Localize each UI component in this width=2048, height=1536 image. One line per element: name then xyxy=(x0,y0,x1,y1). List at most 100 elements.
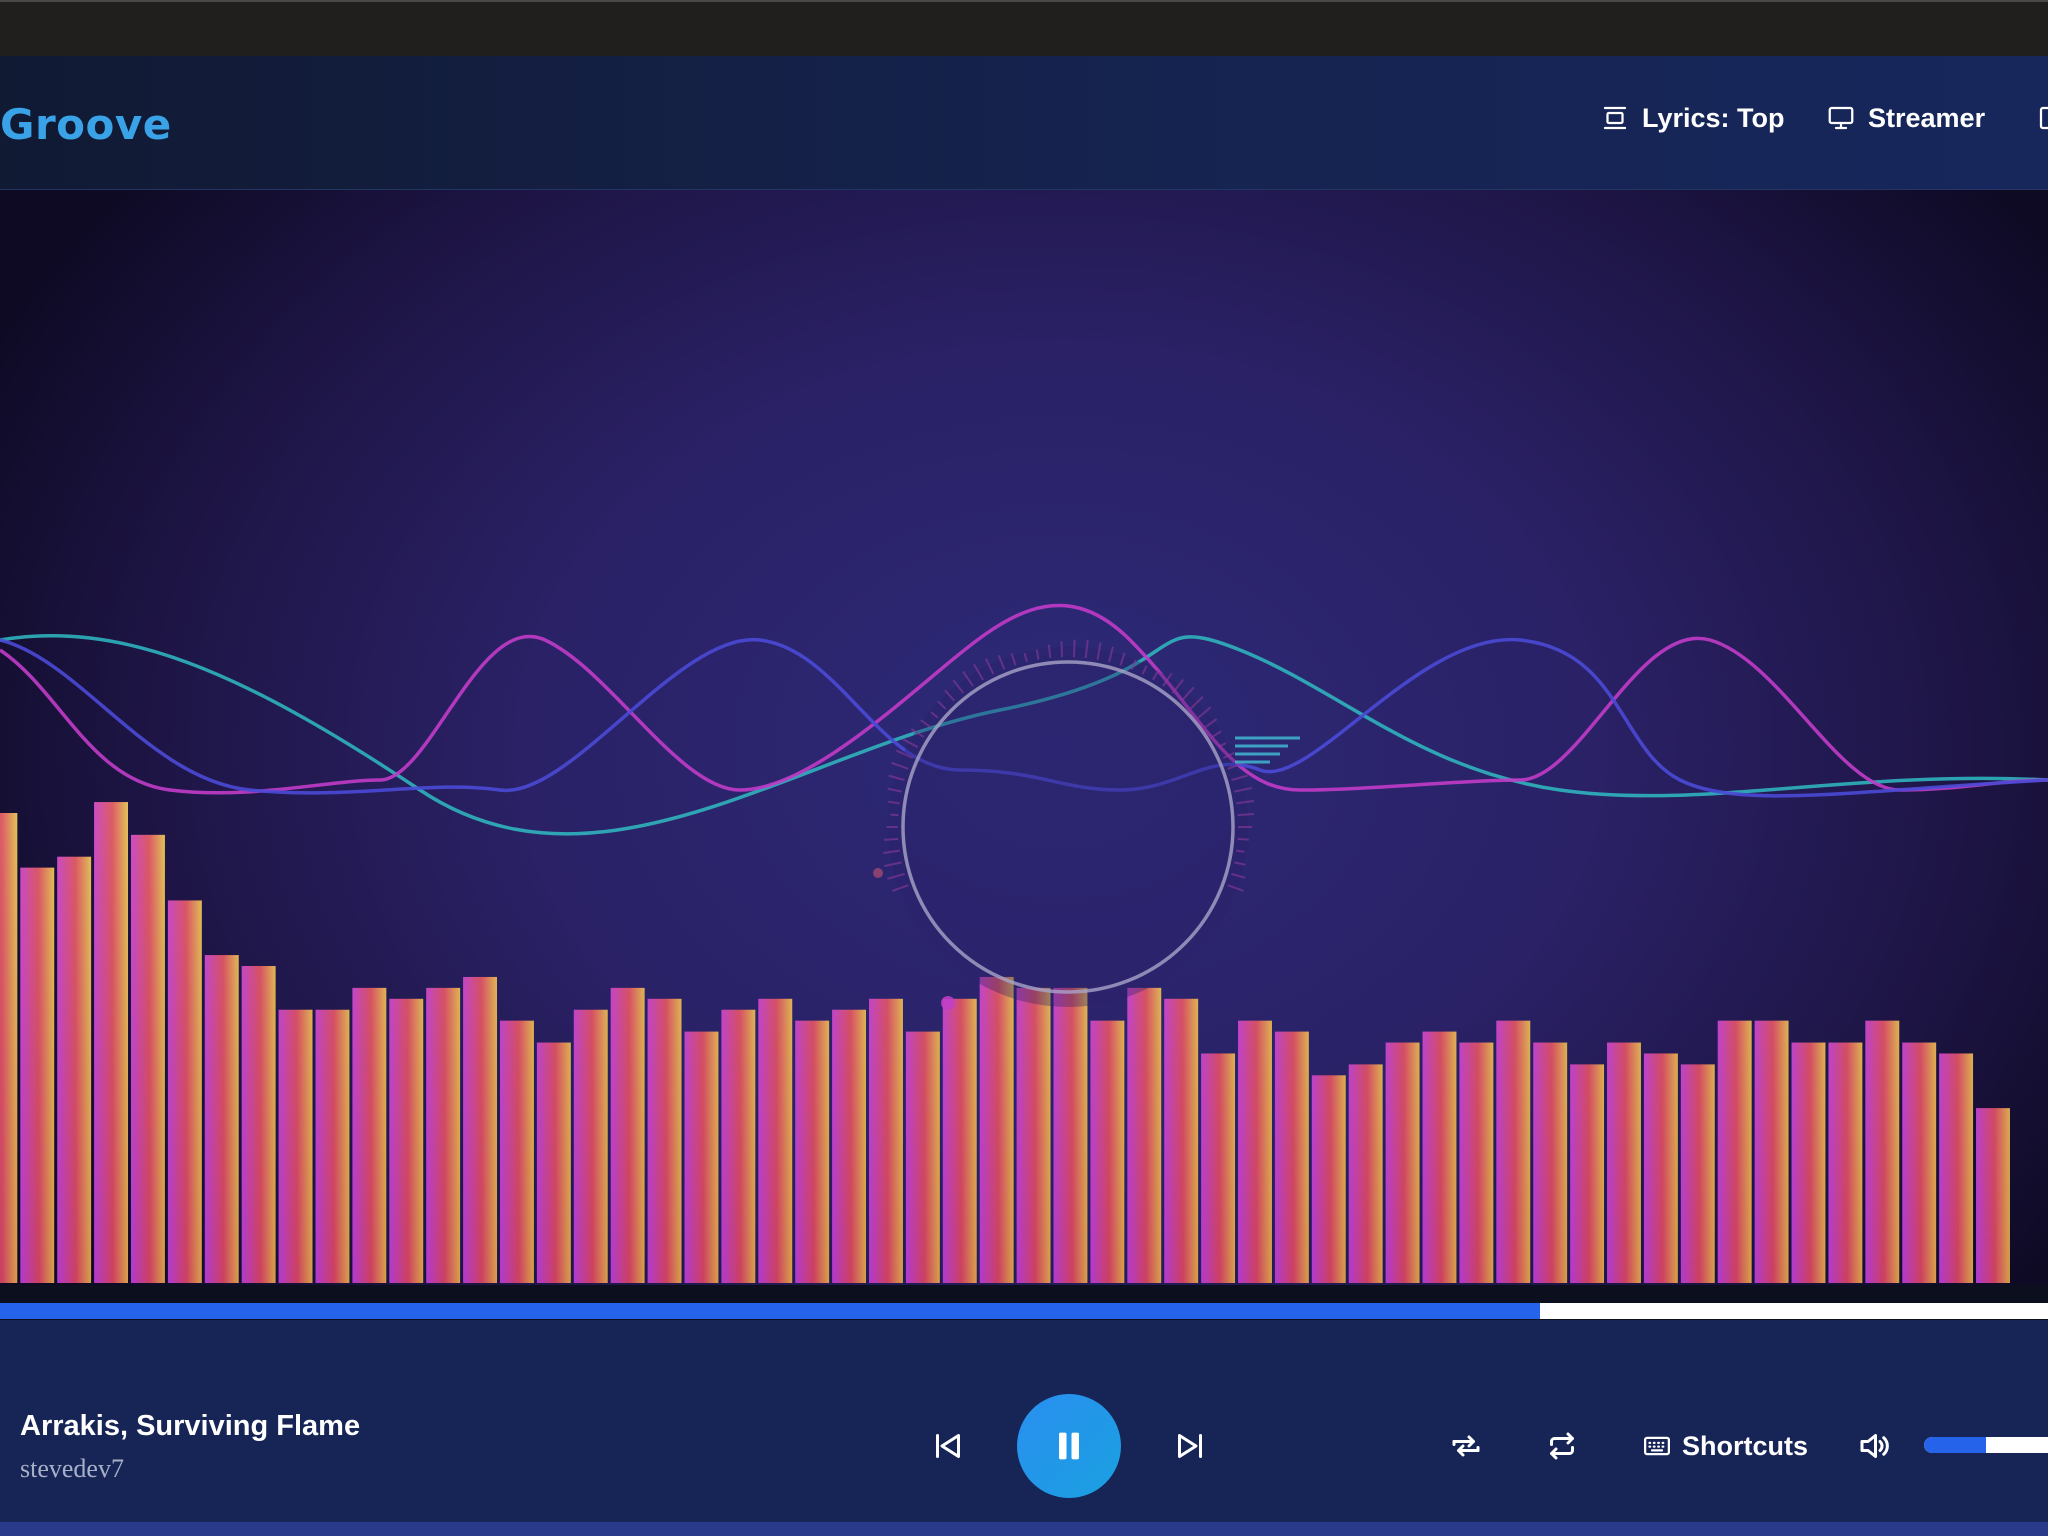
spectrum-bar xyxy=(795,1020,830,1283)
spectrum-bar xyxy=(352,987,387,1283)
ring-tick xyxy=(1060,641,1064,658)
spectrum-bar xyxy=(1090,1020,1125,1283)
shuffle-button[interactable] xyxy=(1446,1426,1486,1466)
window-mode-button[interactable] xyxy=(2036,98,2048,138)
particle-dot xyxy=(941,996,955,1010)
spectrum-bar xyxy=(1422,1031,1457,1283)
spectrum-bar xyxy=(463,976,498,1283)
ring-tick xyxy=(1047,644,1052,659)
spectrum-bar xyxy=(500,1020,534,1283)
ring-rays xyxy=(1235,736,1300,764)
lyrics-position-icon xyxy=(1603,106,1627,130)
spectrum-bar xyxy=(1754,1020,1789,1283)
spectrum-bar xyxy=(1238,1020,1272,1283)
spectrum-bar xyxy=(1348,1064,1383,1283)
track-title: Arrakis, Surviving Flame xyxy=(20,1410,361,1442)
app-window: Groove Lyrics: Top Streamer Arrakis, Sur… xyxy=(0,0,2048,1536)
monitor-icon xyxy=(1828,106,1854,130)
volume-slider[interactable] xyxy=(1924,1437,2048,1453)
shortcuts-label: Shortcuts xyxy=(1682,1430,1809,1461)
spectrum-bar xyxy=(832,1009,867,1283)
spectrum-bar xyxy=(1902,1042,1937,1283)
app-header: Groove Lyrics: Top Streamer xyxy=(0,56,2048,190)
shuffle-icon xyxy=(1452,1435,1480,1457)
ring-tick xyxy=(890,813,899,817)
spectrum-bar xyxy=(1533,1042,1568,1283)
skip-next-icon xyxy=(1178,1434,1202,1458)
play-pause-button[interactable] xyxy=(1017,1394,1121,1498)
spectrum-bar xyxy=(536,1042,571,1283)
spectrum-bar xyxy=(1127,987,1162,1283)
pause-icon xyxy=(1059,1432,1079,1460)
spectrum-bar xyxy=(573,1009,608,1283)
skip-previous-icon xyxy=(936,1434,960,1458)
repeat-button[interactable] xyxy=(1542,1426,1582,1466)
spectrum-bar xyxy=(130,834,165,1283)
spectrum-bar xyxy=(278,1009,313,1283)
spectrum-bar xyxy=(426,987,461,1283)
spectrum-bar xyxy=(1680,1064,1715,1283)
spectrum-bar xyxy=(20,867,55,1283)
streamer-label: Streamer xyxy=(1868,102,1986,133)
spectrum-bar xyxy=(204,955,239,1283)
ring-tick xyxy=(1236,849,1245,853)
next-track-button[interactable] xyxy=(1170,1426,1210,1466)
spectrum-bar xyxy=(1717,1020,1752,1283)
spectrum-bar xyxy=(1791,1042,1826,1283)
spectrum-bar xyxy=(721,1009,756,1283)
spectrum-bar xyxy=(684,1031,719,1283)
visualizer-canvas xyxy=(0,603,2048,1283)
center-ring xyxy=(883,639,1300,1007)
spectrum-bar xyxy=(942,998,977,1283)
spectrum-bar xyxy=(1976,1108,2010,1283)
spectrum-bar xyxy=(869,998,903,1283)
spectrum-bar xyxy=(1570,1064,1605,1283)
window-icon xyxy=(2039,106,2048,130)
repeat-icon xyxy=(1550,1432,1574,1460)
spectrum-bar xyxy=(0,813,18,1283)
window-title-bar xyxy=(0,0,2048,56)
volume-button[interactable] xyxy=(1854,1426,1894,1466)
spectrum-bar xyxy=(1496,1020,1531,1283)
spectrum-bar xyxy=(1643,1053,1678,1283)
ring-tick xyxy=(1237,812,1255,817)
audio-visualizer xyxy=(0,190,2048,1285)
spectrum-bar xyxy=(94,802,128,1283)
spectrum-bar xyxy=(167,900,202,1283)
spectrum-bar xyxy=(315,1009,350,1283)
bottom-edge xyxy=(0,1522,2048,1536)
spectrum-bar xyxy=(647,998,682,1283)
spectrum-bar xyxy=(1607,1042,1641,1283)
lyrics-position-button[interactable]: Lyrics: Top xyxy=(1600,98,1785,138)
volume-slider-fill xyxy=(1924,1437,1986,1453)
spectrum-bar xyxy=(57,856,92,1283)
spectrum-bar xyxy=(1385,1042,1420,1283)
spectrum-bar xyxy=(1164,998,1199,1283)
spectrum-bar xyxy=(1459,1042,1494,1283)
ring-tick xyxy=(1237,837,1249,841)
previous-track-button[interactable] xyxy=(928,1426,968,1466)
spectrum-bar xyxy=(758,998,793,1283)
spectrum-bar xyxy=(1939,1053,1974,1283)
app-logo: Groove xyxy=(0,100,172,149)
spectrum-bar xyxy=(610,987,645,1283)
particle-dot xyxy=(873,868,883,878)
shortcuts-button[interactable]: Shortcuts xyxy=(1642,1426,1808,1466)
track-artist: stevedev7 xyxy=(20,1454,124,1483)
spectrum-bar xyxy=(1201,1053,1236,1283)
spectrum-bar xyxy=(1274,1031,1309,1283)
lyrics-position-label: Lyrics: Top xyxy=(1642,102,1785,133)
streamer-button[interactable]: Streamer xyxy=(1826,98,1985,138)
volume-icon xyxy=(1860,1434,1889,1458)
spectrum-bar xyxy=(1053,987,1088,1283)
spectrum-bar xyxy=(241,966,276,1283)
spectrum-bar xyxy=(1311,1075,1346,1283)
ring-tick xyxy=(884,837,899,841)
spectrum-bar xyxy=(1865,1020,1900,1283)
spectrum-bar xyxy=(1016,987,1051,1283)
spectrum-bar xyxy=(979,976,1014,1283)
player-bar: Arrakis, Surviving Flame stevedev7 Short… xyxy=(0,1320,2048,1522)
spectrum-bar xyxy=(905,1031,940,1283)
seek-bar[interactable] xyxy=(0,1303,2048,1319)
spectrum-bar xyxy=(389,998,424,1283)
